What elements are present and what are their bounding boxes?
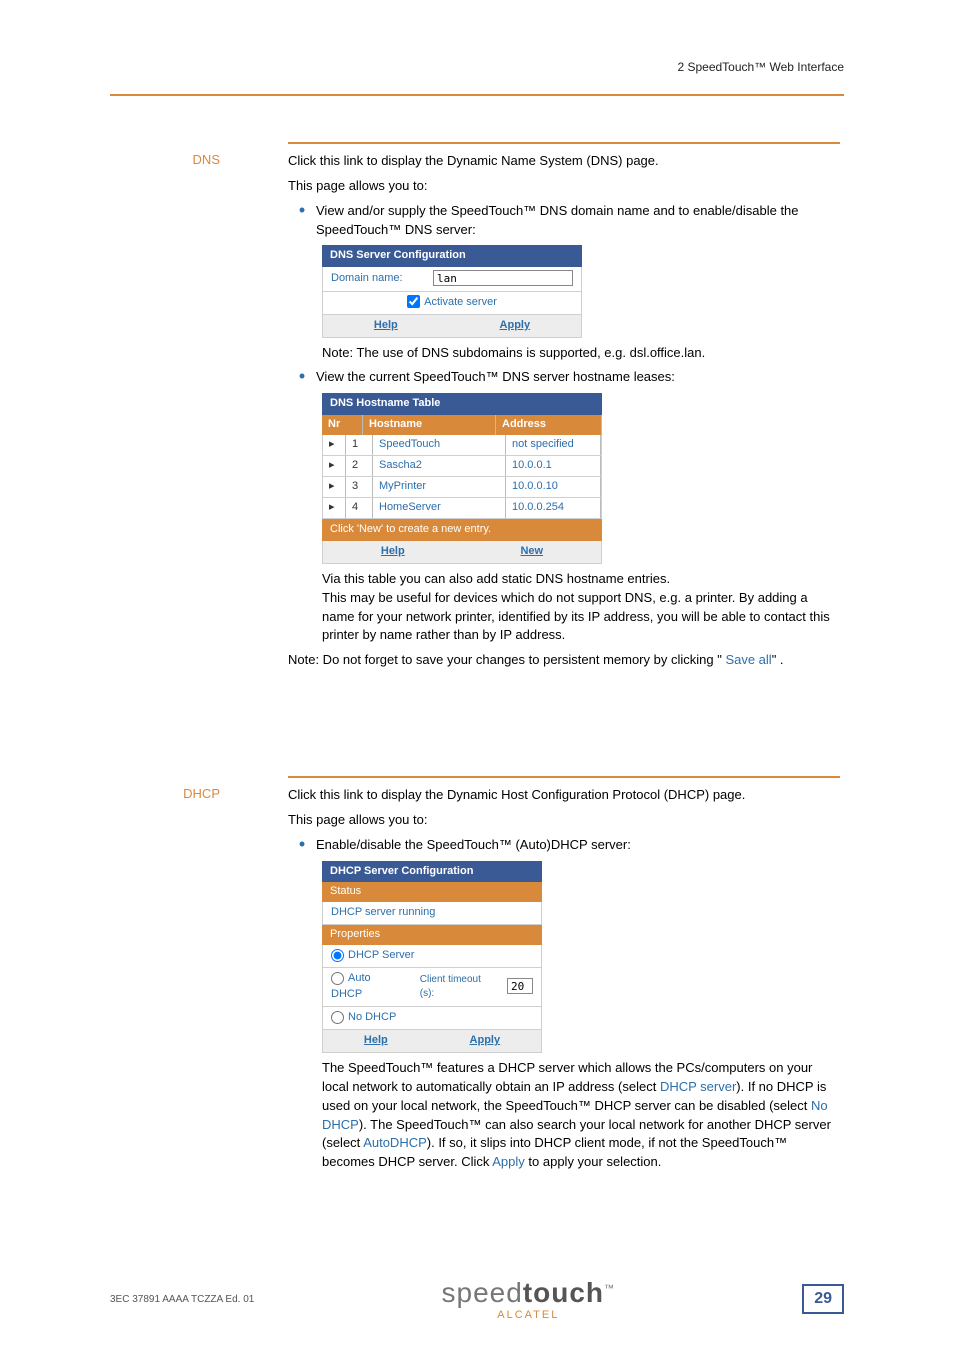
dhcp-server-link[interactable]: DHCP server [660, 1079, 736, 1094]
cell-host: HomeServer [373, 498, 506, 518]
domain-name-label: Domain name: [323, 268, 425, 290]
bullet-icon: • [288, 836, 316, 855]
row-arrow-icon: ▸ [323, 456, 346, 476]
dns-server-config-box: DNS Server Configuration Domain name: Ac… [322, 245, 582, 337]
dhcp-intro-1: Click this link to display the Dynamic H… [288, 786, 840, 805]
page: 2 SpeedTouch™ Web Interface DNS Click th… [0, 0, 954, 1351]
autodhcp-link[interactable]: AutoDHCP [363, 1135, 427, 1150]
chapter-header: 2 SpeedTouch™ Web Interface [677, 60, 844, 74]
doc-id: 3EC 37891 AAAA TCZZA Ed. 01 [110, 1294, 254, 1305]
timeout-label: Client timeout (s): [412, 970, 499, 1005]
section-rule [288, 142, 840, 144]
status-value: DHCP server running [323, 902, 443, 924]
timeout-input[interactable] [507, 978, 533, 994]
dns-intro-2: This page allows you to: [288, 177, 840, 196]
dns-hostname-table-title: DNS Hostname Table [322, 393, 602, 415]
cell-nr: 3 [346, 477, 373, 497]
dns-cfg-help-link[interactable]: Help [374, 318, 398, 334]
activate-server-label: Activate server [424, 296, 497, 308]
cell-nr: 2 [346, 456, 373, 476]
dns-note-1: Note: The use of DNS subdomains is suppo… [322, 344, 840, 363]
auto-dhcp-radio[interactable] [331, 972, 344, 985]
col-address: Address [496, 415, 602, 435]
cell-host: Sascha2 [373, 456, 506, 476]
dns-hostname-table: DNS Hostname Table Nr Hostname Address ▸… [322, 393, 602, 564]
dhcp-cfg-help-link[interactable]: Help [364, 1033, 388, 1049]
apply-link[interactable]: Apply [492, 1154, 525, 1169]
dns-bullet-2: View the current SpeedTouch™ DNS server … [316, 368, 840, 387]
col-hostname: Hostname [363, 415, 496, 435]
page-footer: 3EC 37891 AAAA TCZZA Ed. 01 speedtouch™ … [110, 1277, 844, 1321]
cell-nr: 4 [346, 498, 373, 518]
table-row[interactable]: ▸ 4 HomeServer 10.0.0.254 [322, 498, 602, 519]
cell-host: SpeedTouch [373, 435, 506, 455]
dhcp-server-config-box: DHCP Server Configuration Status DHCP se… [322, 861, 542, 1053]
header-rule [110, 94, 844, 96]
table-row[interactable]: ▸ 3 MyPrinter 10.0.0.10 [322, 477, 602, 498]
save-all-link[interactable]: Save all [725, 652, 771, 667]
no-dhcp-option: No DHCP [348, 1011, 396, 1023]
dhcp-bullet-1: Enable/disable the SpeedTouch™ (Auto)DHC… [316, 836, 840, 855]
dhcp-side-label: DHCP [40, 786, 220, 801]
bullet-icon: • [288, 368, 316, 387]
dhcp-paragraph: The SpeedTouch™ features a DHCP server w… [322, 1059, 840, 1172]
cell-addr: 10.0.0.1 [506, 456, 601, 476]
cell-nr: 1 [346, 435, 373, 455]
dhcp-server-radio[interactable] [331, 949, 344, 962]
no-dhcp-radio[interactable] [331, 1011, 344, 1024]
cell-addr: 10.0.0.10 [506, 477, 601, 497]
section-rule [288, 776, 840, 778]
dns-side-label: DNS [40, 152, 220, 167]
hostname-help-link[interactable]: Help [381, 544, 405, 560]
col-nr: Nr [322, 415, 363, 435]
row-arrow-icon: ▸ [323, 477, 346, 497]
dns-note-2: Note: Do not forget to save your changes… [288, 651, 840, 670]
dns-intro-1: Click this link to display the Dynamic N… [288, 152, 840, 171]
cell-addr: not specified [506, 435, 601, 455]
brand-logo: speedtouch™ ALCATEL [254, 1277, 802, 1321]
dhcp-server-config-title: DHCP Server Configuration [322, 861, 542, 883]
dhcp-cfg-apply-link[interactable]: Apply [470, 1033, 501, 1049]
table-row[interactable]: ▸ 1 SpeedTouch not specified [322, 435, 602, 456]
dhcp-server-option: DHCP Server [348, 949, 414, 961]
cell-addr: 10.0.0.254 [506, 498, 601, 518]
dns-after-table-1: Via this table you can also add static D… [322, 570, 840, 589]
hostname-new-link[interactable]: New [520, 544, 543, 560]
row-arrow-icon: ▸ [323, 435, 346, 455]
bullet-icon: • [288, 202, 316, 240]
dns-server-config-title: DNS Server Configuration [322, 245, 582, 267]
table-row[interactable]: ▸ 2 Sascha2 10.0.0.1 [322, 456, 602, 477]
domain-name-input[interactable] [433, 270, 573, 286]
properties-header: Properties [322, 925, 542, 945]
activate-server-checkbox[interactable] [407, 295, 420, 308]
dns-after-table-2: This may be useful for devices which do … [322, 589, 840, 646]
table-hint: Click 'New' to create a new entry. [322, 519, 602, 541]
status-header: Status [322, 882, 542, 902]
page-number: 29 [802, 1284, 844, 1314]
row-arrow-icon: ▸ [323, 498, 346, 518]
cell-host: MyPrinter [373, 477, 506, 497]
dhcp-intro-2: This page allows you to: [288, 811, 840, 830]
dns-bullet-1: View and/or supply the SpeedTouch™ DNS d… [316, 202, 840, 240]
dns-cfg-apply-link[interactable]: Apply [500, 318, 531, 334]
